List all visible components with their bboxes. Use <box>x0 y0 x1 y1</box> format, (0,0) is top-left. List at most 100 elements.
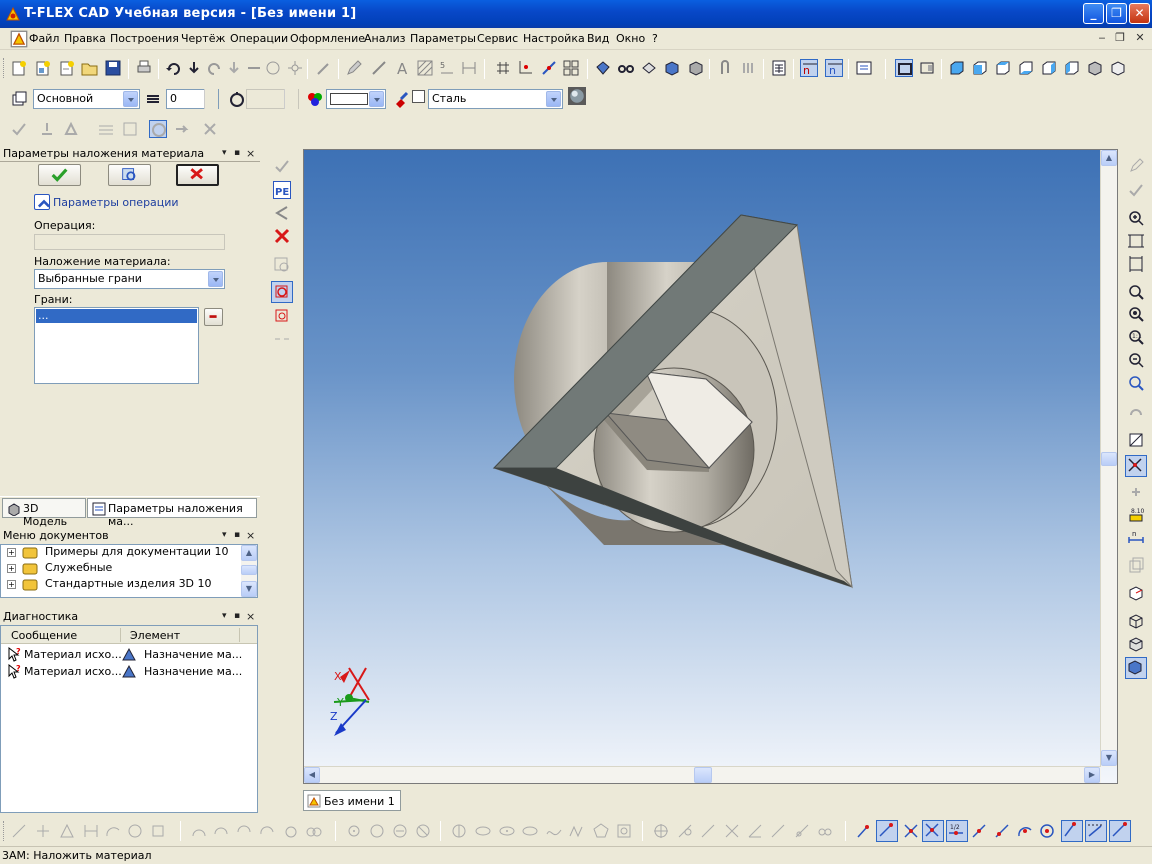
tab-3d-model[interactable]: 3D Модель <box>2 498 86 528</box>
faces-list-item[interactable]: ... <box>36 309 197 323</box>
dash-icon[interactable] <box>245 59 263 77</box>
menu-design[interactable]: Оформление <box>290 32 365 45</box>
material-select[interactable]: Сталь <box>428 89 563 109</box>
hatch-disabled-icon[interactable] <box>97 120 115 138</box>
measure-icon[interactable]: n <box>1127 528 1145 546</box>
scroll-down-icon[interactable]: ▼ <box>241 581 257 597</box>
view-back-icon[interactable] <box>971 59 989 77</box>
snap-quadrant-icon[interactable] <box>1061 820 1083 842</box>
dim-disabled-icon[interactable] <box>82 822 100 840</box>
zoom-window-icon[interactable] <box>1127 232 1145 250</box>
hidden-lines-icon[interactable] <box>1127 635 1145 653</box>
panel-menu-icon[interactable]: ▾ <box>222 611 227 621</box>
glasses-icon[interactable] <box>617 59 635 77</box>
ok-button[interactable] <box>38 164 81 186</box>
viewport-hscrollbar[interactable]: ◀ ▶ <box>304 766 1101 783</box>
polyline-disabled-icon[interactable] <box>568 822 586 840</box>
arc3-disabled-icon[interactable] <box>212 822 230 840</box>
section-view-icon[interactable] <box>1127 431 1145 449</box>
color-icon[interactable] <box>306 90 324 108</box>
calculator-icon[interactable] <box>770 59 788 77</box>
snap-node-icon[interactable] <box>855 822 873 840</box>
grid-icon[interactable] <box>494 59 512 77</box>
table-icon[interactable] <box>460 59 478 77</box>
snap-cross-icon[interactable] <box>922 820 944 842</box>
zoom-1-1-icon[interactable]: 1:1 <box>1127 328 1145 346</box>
point-disabled-icon[interactable] <box>34 822 52 840</box>
circle4-disabled-icon[interactable] <box>391 822 409 840</box>
panel-close-icon[interactable]: × <box>246 529 255 542</box>
parameters-icon[interactable]: n <box>825 59 843 77</box>
snap-vertex-icon[interactable] <box>1109 820 1131 842</box>
mdi-restore-button[interactable]: ❐ <box>1112 31 1128 45</box>
cube-icon[interactable] <box>663 59 681 77</box>
new-2d-icon[interactable] <box>10 59 28 77</box>
menu-file[interactable]: Файл <box>29 32 59 45</box>
frame-disabled-icon[interactable] <box>615 822 633 840</box>
menu-construct[interactable]: Построения <box>110 32 179 45</box>
panel-pin-icon[interactable]: ▪ <box>234 148 240 158</box>
mdi-minimize-button[interactable]: ‒ <box>1094 31 1110 45</box>
ellipse3-disabled-icon[interactable] <box>498 822 516 840</box>
arc4-disabled-icon[interactable] <box>235 822 253 840</box>
rect-disabled-icon[interactable] <box>149 822 167 840</box>
close-button[interactable]: ✕ <box>1129 3 1150 24</box>
panel-close-icon[interactable]: × <box>246 147 255 160</box>
snap-midpoint-icon[interactable]: 1/2 <box>946 820 968 842</box>
tangent5-disabled-icon[interactable] <box>769 822 787 840</box>
arc-disabled-icon[interactable] <box>104 822 122 840</box>
ellipse-disabled-icon[interactable] <box>450 822 468 840</box>
expand-icon[interactable]: + <box>7 580 16 589</box>
col-message-header[interactable]: Сообщение <box>11 629 77 642</box>
spline-disabled-icon[interactable] <box>545 822 563 840</box>
wand-icon[interactable] <box>315 59 333 77</box>
chevron-down-icon[interactable] <box>208 271 223 287</box>
scroll-right-icon[interactable]: ▶ <box>1084 767 1100 783</box>
select-filter-icon[interactable] <box>1125 455 1147 477</box>
copy-disabled-icon[interactable] <box>1127 556 1145 574</box>
down-arrow-disabled-icon[interactable] <box>225 59 243 77</box>
cancel-icon[interactable] <box>273 227 291 245</box>
hscroll-thumb[interactable] <box>694 767 712 783</box>
undo-icon[interactable] <box>165 59 183 77</box>
body-icon[interactable] <box>594 59 612 77</box>
line-disabled-icon[interactable] <box>10 822 28 840</box>
scroll-left-icon[interactable]: ◀ <box>304 767 320 783</box>
circle3-disabled-icon[interactable] <box>368 822 386 840</box>
brush-icon[interactable] <box>392 90 410 108</box>
pencil-icon[interactable] <box>345 59 363 77</box>
layer-select[interactable]: Основной <box>33 89 140 109</box>
operation-field[interactable] <box>34 234 225 250</box>
view-dimetric-icon[interactable] <box>1109 59 1127 77</box>
level-field[interactable]: 0 <box>166 89 219 109</box>
app-icon[interactable] <box>5 6 21 22</box>
panel-pin-icon[interactable]: ▪ <box>234 530 240 540</box>
select-face-active-icon[interactable] <box>271 281 293 303</box>
snap-tangent-icon[interactable] <box>993 822 1011 840</box>
edit-disabled-icon[interactable] <box>1127 157 1145 175</box>
menu-view[interactable]: Вид <box>587 32 609 45</box>
zoom-out-icon[interactable] <box>1127 351 1145 369</box>
snap-perp-icon[interactable] <box>970 822 988 840</box>
remove-face-button[interactable] <box>204 308 223 326</box>
variables-icon[interactable]: n <box>800 59 818 77</box>
menu-analysis[interactable]: Анализ <box>364 32 406 45</box>
snap-arc-icon[interactable] <box>1016 822 1034 840</box>
scroll-down-icon[interactable]: ▼ <box>1101 750 1117 766</box>
pin-disabled-icon[interactable] <box>38 120 56 138</box>
text-icon[interactable]: A <box>394 59 412 78</box>
collapse-chevron-icon[interactable] <box>34 194 51 210</box>
zoom-all-icon[interactable] <box>1127 255 1145 273</box>
panel-menu-icon[interactable]: ▾ <box>222 530 227 540</box>
triangle-disabled-icon[interactable] <box>58 822 76 840</box>
chevron-down-icon[interactable] <box>546 91 561 107</box>
material-sphere-icon[interactable] <box>568 87 592 111</box>
menu-service[interactable]: Сервис <box>477 32 518 45</box>
rotate-disabled-icon[interactable] <box>1127 403 1145 421</box>
chevron-down-icon[interactable] <box>123 91 138 107</box>
circle5-disabled-icon[interactable] <box>414 822 432 840</box>
operation-icon[interactable] <box>640 59 658 77</box>
col-element-header[interactable]: Элемент <box>130 629 180 642</box>
diagnostics-row[interactable]: ? Материал исхо... Назначение ма... <box>1 664 257 680</box>
view-bottom-icon[interactable] <box>1017 59 1035 77</box>
